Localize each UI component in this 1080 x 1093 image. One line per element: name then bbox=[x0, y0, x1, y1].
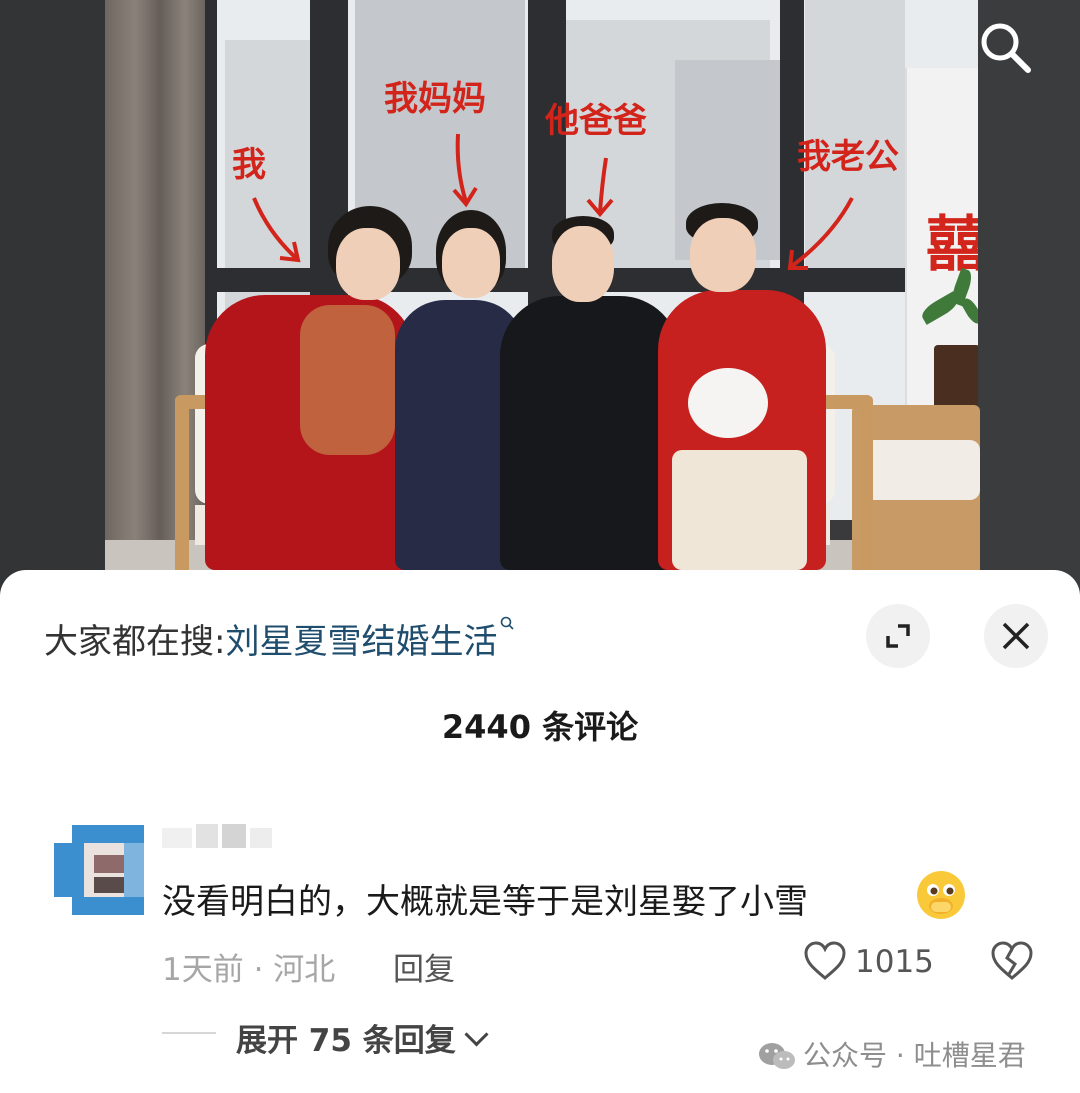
broken-heart-icon[interactable] bbox=[990, 940, 1034, 982]
comment-meta: 1天前 · 河北 bbox=[162, 952, 336, 988]
reply-button[interactable]: 回复 bbox=[393, 944, 455, 989]
post-photo[interactable]: 囍 我 我妈妈 他爸爸 我老公 bbox=[0, 0, 1080, 600]
expand-replies-label: 展开 75 条回复 bbox=[236, 1023, 456, 1059]
watermark-text: 公众号 · 吐槽星君 bbox=[803, 1039, 1026, 1072]
avatar[interactable] bbox=[54, 825, 144, 915]
heart-icon[interactable] bbox=[803, 940, 847, 982]
arrow-to-father bbox=[586, 157, 614, 218]
hot-search-term[interactable]: 刘星夏雪结婚生活 bbox=[225, 622, 497, 662]
search-button[interactable] bbox=[972, 14, 1036, 78]
search-icon bbox=[981, 23, 1031, 73]
like-count: 1015 bbox=[855, 944, 934, 980]
hot-search-prefix: 大家都在搜: bbox=[44, 622, 226, 662]
watermark: 公众号 · 吐槽星君 bbox=[757, 1034, 1026, 1074]
search-small-icon bbox=[501, 616, 515, 630]
pixelated-avatar bbox=[54, 825, 144, 915]
wall-right bbox=[978, 0, 1080, 600]
label-my-husband: 我老公 bbox=[797, 137, 899, 177]
arrow-to-mother bbox=[452, 133, 478, 208]
wall-left bbox=[0, 0, 105, 600]
replies-divider bbox=[162, 1032, 216, 1034]
expand-replies-button[interactable]: 展开 75 条回复 bbox=[236, 1015, 489, 1060]
close-button[interactable] bbox=[984, 604, 1048, 668]
peeking-face-emoji bbox=[917, 871, 965, 919]
comment-count: 2440 条评论 bbox=[441, 708, 639, 746]
username-redacted[interactable] bbox=[162, 824, 282, 850]
double-happiness-sign: 囍 bbox=[926, 210, 986, 280]
chevron-down-icon bbox=[464, 1022, 489, 1047]
close-icon bbox=[1002, 622, 1030, 650]
label-his-dad: 他爸爸 bbox=[545, 101, 647, 141]
label-my-mom: 我妈妈 bbox=[384, 79, 486, 119]
expand-icon bbox=[886, 624, 910, 648]
hot-search-bar[interactable]: 大家都在搜:刘星夏雪结婚生活 bbox=[44, 614, 515, 663]
arrow-to-groom bbox=[787, 197, 854, 270]
arrow-to-bride bbox=[252, 197, 301, 263]
label-me: 我 bbox=[232, 145, 266, 185]
expand-button[interactable] bbox=[866, 604, 930, 668]
wechat-icon bbox=[759, 1043, 795, 1069]
comment-text: 没看明白的，大概就是等于是刘星娶了小雪 bbox=[162, 882, 808, 922]
